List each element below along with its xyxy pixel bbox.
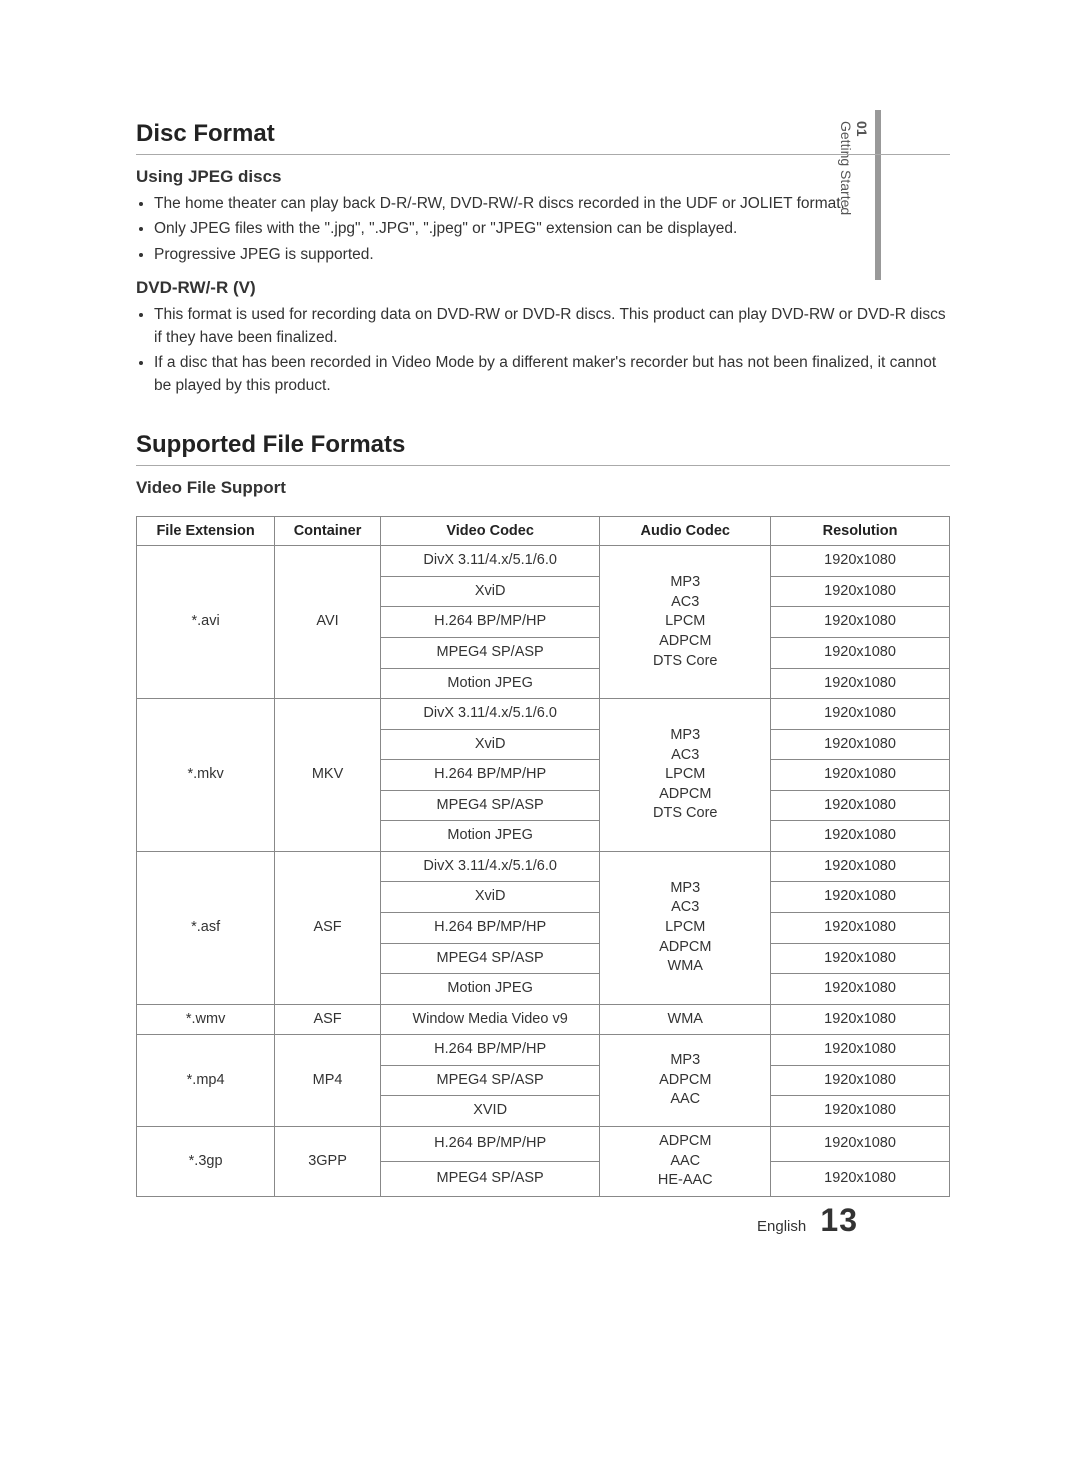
cell-container: MKV: [275, 699, 381, 852]
dvdrw-bullets: This format is used for recording data o…: [136, 304, 950, 397]
cell-vcodec: MPEG4 SP/ASP: [380, 637, 600, 668]
cell-vcodec: H.264 BP/MP/HP: [380, 1035, 600, 1066]
th-audio-codec: Audio Codec: [600, 517, 771, 546]
table-row: *.asf ASF DivX 3.11/4.x/5.1/6.0 MP3 AC3 …: [137, 851, 950, 882]
cell-res: 1920x1080: [771, 790, 950, 821]
cell-container: ASF: [275, 851, 381, 1004]
cell-vcodec: DivX 3.11/4.x/5.1/6.0: [380, 699, 600, 730]
cell-acodec: WMA: [600, 1004, 771, 1035]
cell-res: 1920x1080: [771, 607, 950, 638]
cell-res: 1920x1080: [771, 760, 950, 791]
section-title-supported: Supported File Formats: [136, 431, 950, 466]
cell-acodec: MP3 ADPCM AAC: [600, 1035, 771, 1127]
cell-res: 1920x1080: [771, 729, 950, 760]
video-support-table: File Extension Container Video Codec Aud…: [136, 516, 950, 1196]
table-header-row: File Extension Container Video Codec Aud…: [137, 517, 950, 546]
cell-extension: *.wmv: [137, 1004, 275, 1035]
cell-vcodec: H.264 BP/MP/HP: [380, 913, 600, 944]
cell-container: 3GPP: [275, 1126, 381, 1196]
cell-res: 1920x1080: [771, 974, 950, 1005]
bullet-item: If a disc that has been recorded in Vide…: [154, 352, 950, 397]
page-footer: English 13: [757, 1202, 858, 1239]
cell-vcodec: XviD: [380, 729, 600, 760]
bullet-item: This format is used for recording data o…: [154, 304, 950, 349]
table-row: *.mkv MKV DivX 3.11/4.x/5.1/6.0 MP3 AC3 …: [137, 699, 950, 730]
cell-acodec: MP3 AC3 LPCM ADPCM DTS Core: [600, 699, 771, 852]
cell-vcodec: Motion JPEG: [380, 821, 600, 852]
cell-vcodec: DivX 3.11/4.x/5.1/6.0: [380, 546, 600, 577]
cell-extension: *.asf: [137, 851, 275, 1004]
cell-res: 1920x1080: [771, 1126, 950, 1161]
table-row: *.3gp 3GPP H.264 BP/MP/HP ADPCM AAC HE-A…: [137, 1126, 950, 1161]
th-extension: File Extension: [137, 517, 275, 546]
cell-vcodec: XVID: [380, 1096, 600, 1127]
cell-res: 1920x1080: [771, 882, 950, 913]
cell-container: MP4: [275, 1035, 381, 1127]
footer-page-number: 13: [820, 1202, 858, 1238]
cell-acodec: MP3 AC3 LPCM ADPCM WMA: [600, 851, 771, 1004]
cell-res: 1920x1080: [771, 913, 950, 944]
page-content: Disc Format Using JPEG discs The home th…: [0, 0, 1080, 1257]
cell-vcodec: MPEG4 SP/ASP: [380, 943, 600, 974]
cell-container: ASF: [275, 1004, 381, 1035]
table-row: *.wmv ASF Window Media Video v9 WMA 1920…: [137, 1004, 950, 1035]
cell-res: 1920x1080: [771, 943, 950, 974]
cell-vcodec: DivX 3.11/4.x/5.1/6.0: [380, 851, 600, 882]
cell-res: 1920x1080: [771, 576, 950, 607]
cell-vcodec: H.264 BP/MP/HP: [380, 607, 600, 638]
cell-res: 1920x1080: [771, 1065, 950, 1096]
th-video-codec: Video Codec: [380, 517, 600, 546]
bullet-item: Progressive JPEG is supported.: [154, 244, 950, 266]
cell-vcodec: Motion JPEG: [380, 974, 600, 1005]
subhead-video-support: Video File Support: [136, 478, 950, 498]
bullet-item: The home theater can play back D-R/-RW, …: [154, 193, 950, 215]
cell-vcodec: H.264 BP/MP/HP: [380, 1126, 600, 1161]
cell-res: 1920x1080: [771, 699, 950, 730]
th-resolution: Resolution: [771, 517, 950, 546]
cell-vcodec: XviD: [380, 882, 600, 913]
cell-vcodec: XviD: [380, 576, 600, 607]
bullet-item: Only JPEG files with the ".jpg", ".JPG",…: [154, 218, 950, 240]
table-row: *.avi AVI DivX 3.11/4.x/5.1/6.0 MP3 AC3 …: [137, 546, 950, 577]
cell-res: 1920x1080: [771, 668, 950, 699]
cell-extension: *.mkv: [137, 699, 275, 852]
cell-vcodec: MPEG4 SP/ASP: [380, 1065, 600, 1096]
cell-res: 1920x1080: [771, 1096, 950, 1127]
cell-vcodec: MPEG4 SP/ASP: [380, 1161, 600, 1196]
cell-res: 1920x1080: [771, 1004, 950, 1035]
cell-container: AVI: [275, 546, 381, 699]
cell-acodec: ADPCM AAC HE-AAC: [600, 1126, 771, 1196]
footer-language: English: [757, 1218, 806, 1235]
cell-vcodec: MPEG4 SP/ASP: [380, 790, 600, 821]
cell-extension: *.3gp: [137, 1126, 275, 1196]
table-row: *.mp4 MP4 H.264 BP/MP/HP MP3 ADPCM AAC 1…: [137, 1035, 950, 1066]
cell-res: 1920x1080: [771, 1161, 950, 1196]
cell-res: 1920x1080: [771, 1035, 950, 1066]
cell-vcodec: Motion JPEG: [380, 668, 600, 699]
subhead-jpeg: Using JPEG discs: [136, 167, 950, 187]
cell-res: 1920x1080: [771, 546, 950, 577]
cell-res: 1920x1080: [771, 821, 950, 852]
cell-res: 1920x1080: [771, 851, 950, 882]
cell-acodec: MP3 AC3 LPCM ADPCM DTS Core: [600, 546, 771, 699]
cell-res: 1920x1080: [771, 637, 950, 668]
jpeg-bullets: The home theater can play back D-R/-RW, …: [136, 193, 950, 266]
cell-vcodec: Window Media Video v9: [380, 1004, 600, 1035]
th-container: Container: [275, 517, 381, 546]
cell-extension: *.avi: [137, 546, 275, 699]
cell-vcodec: H.264 BP/MP/HP: [380, 760, 600, 791]
section-title-disc-format: Disc Format: [136, 120, 950, 155]
subhead-dvdrw: DVD-RW/-R (V): [136, 278, 950, 298]
cell-extension: *.mp4: [137, 1035, 275, 1127]
